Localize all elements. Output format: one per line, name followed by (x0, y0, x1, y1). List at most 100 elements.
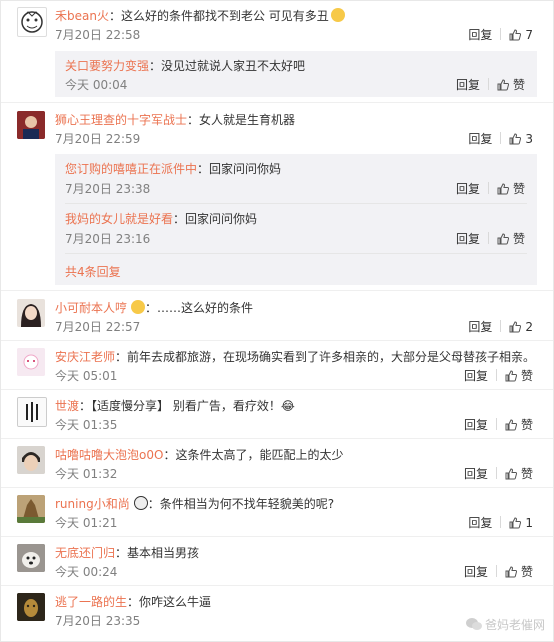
divider (487, 78, 489, 90)
username[interactable]: 小可耐本人哼 (55, 301, 127, 315)
username[interactable]: 您订购的嘻嘻正在派件中 (65, 162, 197, 176)
like-label: 赞 (520, 565, 533, 579)
reply-button[interactable]: 回复 (464, 466, 488, 482)
timestamp: 7月20日 22:58 (55, 28, 141, 42)
like-button[interactable]: 赞 (505, 417, 533, 433)
reply-button[interactable]: 回复 (464, 564, 488, 580)
comment-text: ：基本相当男孩 (115, 546, 200, 560)
like-button[interactable]: 赞 (505, 564, 533, 580)
separator (1, 487, 553, 488)
like-button[interactable]: 赞 (497, 77, 525, 93)
timestamp: 今天 00:04 (65, 78, 128, 92)
like-label: 赞 (520, 467, 533, 481)
comment-item: 安庆江老师：前年去成都旅游，在现场确实看到了许多相亲的，大部分是父母替孩子相亲。… (1, 342, 553, 388)
avatar[interactable] (17, 111, 45, 139)
divider (500, 132, 502, 144)
laugh-cry-emoji-icon (330, 8, 345, 22)
thumbs-up-icon (497, 79, 510, 91)
reply-button[interactable]: 回复 (464, 368, 488, 384)
panda-emoji-icon (133, 496, 148, 510)
like-count: 1 (525, 516, 533, 530)
avatar[interactable] (17, 446, 45, 474)
divider (495, 565, 497, 577)
like-count: 2 (525, 320, 533, 334)
thumbs-up-icon (509, 29, 522, 41)
reply-box: 关口要努力变强：没见过就说人家丑不太好吧 今天 00:04 回复 赞 (55, 51, 537, 97)
avatar[interactable] (17, 348, 45, 376)
username[interactable]: 世渡 (55, 399, 79, 413)
like-button[interactable]: 7 (509, 27, 533, 43)
thumbs-up-icon (497, 183, 510, 195)
username[interactable]: 关口要努力变强 (65, 59, 149, 73)
username[interactable]: runing小和尚 (55, 497, 130, 511)
comment-item: 咕噜咕噜大泡泡o0O：这条件太高了，能匹配上的太少 今天 01:32 回复 赞 (1, 440, 553, 486)
thumbs-up-icon (505, 566, 518, 578)
username[interactable]: 咕噜咕噜大泡泡o0O (55, 448, 163, 462)
reply-box: 您订购的嘻嘻正在派件中：回家问问你妈 7月20日 23:38 回复赞 我妈的女儿… (55, 154, 537, 285)
timestamp: 今天 00:24 (55, 565, 118, 579)
avatar[interactable] (17, 397, 47, 427)
separator (1, 536, 553, 537)
comment-text: ：你咋这么牛逼 (127, 595, 212, 609)
reply-text: ：没见过就说人家丑不太好吧 (149, 59, 306, 73)
heart-eyes-emoji-icon (131, 300, 146, 314)
avatar[interactable] (17, 593, 45, 621)
comment-item: 世渡：【适度慢分享】 别看广告，看疗效！😂 今天 01:35 回复 赞 (1, 391, 553, 437)
username[interactable]: 无底还门归 (55, 546, 115, 560)
like-button[interactable]: 1 (509, 515, 533, 531)
like-button[interactable]: 3 (509, 131, 533, 147)
like-button[interactable]: 2 (509, 319, 533, 335)
divider (487, 232, 489, 244)
separator (1, 340, 553, 341)
reply-item: 我妈的女儿就是好看：回家问问你妈 7月20日 23:16 回复 赞 (55, 204, 537, 250)
separator (1, 290, 553, 291)
reply-button[interactable]: 回复 (464, 417, 488, 433)
comment-item: runing小和尚 ：条件相当为何不找年轻貌美的呢? 今天 01:21 回复 1 (1, 489, 553, 535)
comment-item: 无底还门归：基本相当男孩 今天 00:24 回复 赞 (1, 538, 553, 584)
reply-divider (65, 253, 527, 254)
like-count: 3 (525, 132, 533, 146)
like-button[interactable]: 赞 (505, 368, 533, 384)
timestamp: 今天 05:01 (55, 369, 118, 383)
avatar[interactable] (17, 299, 45, 327)
comment-item: 禾bean火：这么好的条件都找不到老公 可见有多丑 7月20日 22:58 回复… (1, 1, 553, 47)
avatar[interactable] (17, 544, 45, 572)
username[interactable]: 逃了一路的生 (55, 595, 127, 609)
reply-button[interactable]: 回复 (456, 231, 480, 247)
like-label: 赞 (520, 418, 533, 432)
comment-text: ：这么好的条件都找不到老公 可见有多丑 (108, 9, 329, 23)
comment-text: ：前年去成都旅游，在现场确实看到了许多相亲的，大部分是父母替孩子相亲。 (115, 350, 536, 364)
reply-button[interactable]: 回复 (468, 27, 492, 43)
timestamp: 7月20日 22:59 (55, 132, 141, 146)
thumbs-up-icon (505, 370, 518, 382)
avatar[interactable] (17, 7, 47, 37)
reply-button[interactable]: 回复 (468, 515, 492, 531)
like-button[interactable]: 赞 (497, 231, 525, 247)
divider (495, 467, 497, 479)
timestamp: 7月20日 23:35 (55, 614, 141, 628)
reply-text: ：回家问问你妈 (173, 212, 258, 226)
reply-button[interactable]: 回复 (456, 77, 480, 93)
comment-text: ：……这么好的条件 (145, 301, 254, 315)
comment-text: ：这条件太高了，能匹配上的太少 (163, 448, 344, 462)
username[interactable]: 狮心王理查的十字军战士 (55, 113, 187, 127)
like-button[interactable]: 赞 (505, 466, 533, 482)
reply-button[interactable]: 回复 (456, 181, 480, 197)
reply-button[interactable]: 回复 (468, 131, 492, 147)
comment-item: 狮心王理查的十字军战士：女人就是生育机器 7月20日 22:59 回复 3 (1, 105, 553, 151)
divider (487, 182, 489, 194)
thumbs-up-icon (509, 321, 522, 333)
username[interactable]: 安庆江老师 (55, 350, 115, 364)
more-replies-link[interactable]: 共4条回复 (65, 263, 121, 280)
reply-button[interactable]: 回复 (468, 319, 492, 335)
username[interactable]: 我妈的女儿就是好看 (65, 212, 173, 226)
watermark: 爸妈老催网 (465, 616, 545, 633)
avatar[interactable] (17, 495, 45, 523)
divider (500, 320, 502, 332)
thumbs-up-icon (505, 468, 518, 480)
username[interactable]: 禾bean火 (55, 9, 109, 23)
like-label: 赞 (512, 78, 525, 92)
timestamp: 7月20日 23:38 (65, 182, 151, 196)
like-button[interactable]: 赞 (497, 181, 525, 197)
timestamp: 今天 01:21 (55, 516, 118, 530)
